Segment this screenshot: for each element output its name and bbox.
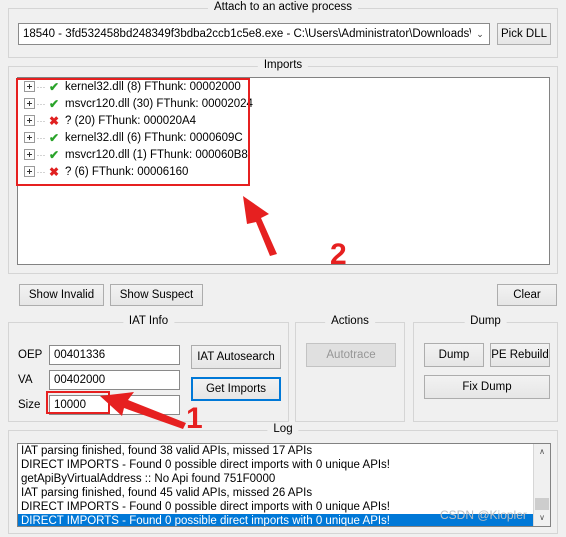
attach-process-group: Attach to an active process 18540 - 3fd5… [8, 1, 558, 58]
tree-row[interactable]: ··· ✖ ? (6) FThunk: 00006160 [18, 163, 549, 180]
fix-dump-button[interactable]: Fix Dump [424, 375, 550, 399]
pick-dll-button[interactable]: Pick DLL [497, 23, 551, 45]
pe-rebuild-button[interactable]: PE Rebuild [490, 343, 550, 367]
expand-plus-icon[interactable] [24, 81, 35, 92]
log-line[interactable]: DIRECT IMPORTS - Found 0 possible direct… [18, 458, 533, 472]
tree-row-label: msvcr120.dll (30) FThunk: 00002024 [65, 97, 253, 110]
expand-plus-icon[interactable] [24, 149, 35, 160]
dump-group: Dump Dump PE Rebuild Fix Dump [413, 315, 558, 422]
log-scrollbar[interactable]: ∧ ∨ [533, 444, 550, 526]
show-invalid-button[interactable]: Show Invalid [19, 284, 104, 306]
log-line[interactable]: IAT parsing finished, found 38 valid API… [18, 444, 533, 458]
valid-check-icon: ✔ [48, 96, 60, 111]
tree-row[interactable]: ··· ✔ msvcr120.dll (30) FThunk: 00002024 [18, 95, 549, 112]
log-line[interactable]: DIRECT IMPORTS - Found 0 possible direct… [18, 500, 533, 514]
invalid-cross-icon: ✖ [48, 164, 60, 179]
show-suspect-button[interactable]: Show Suspect [110, 284, 203, 306]
scroll-down-icon[interactable]: ∨ [534, 510, 550, 526]
expand-plus-icon[interactable] [24, 166, 35, 177]
chevron-down-icon[interactable]: ⌄ [471, 24, 489, 44]
process-select[interactable]: 18540 - 3fd532458bd248349f3bdba2ccb1c5e8… [18, 23, 490, 45]
log-listbox[interactable]: IAT parsing finished, found 38 valid API… [17, 443, 551, 527]
log-title: Log [267, 423, 299, 435]
oep-label: OEP [18, 349, 43, 361]
tree-row-label: ? (20) FThunk: 000020A4 [65, 114, 197, 127]
imports-tree[interactable]: ··· ✔ kernel32.dll (8) FThunk: 00002000 … [17, 77, 550, 265]
imports-title: Imports [257, 59, 309, 71]
expand-plus-icon[interactable] [24, 132, 35, 143]
expand-plus-icon[interactable] [24, 115, 35, 126]
tree-connector-icon: ··· [36, 166, 46, 177]
tree-connector-icon: ··· [36, 149, 46, 160]
dump-title: Dump [464, 315, 507, 327]
tree-connector-icon: ··· [36, 132, 46, 143]
tree-row-label: ? (6) FThunk: 00006160 [65, 165, 189, 178]
log-line-selected[interactable]: DIRECT IMPORTS - Found 0 possible direct… [18, 514, 533, 526]
process-select-value: 18540 - 3fd532458bd248349f3bdba2ccb1c5e8… [23, 28, 471, 40]
dump-button[interactable]: Dump [424, 343, 484, 367]
size-input[interactable]: 10000 [49, 395, 180, 415]
valid-check-icon: ✔ [48, 130, 60, 145]
expand-plus-icon[interactable] [24, 98, 35, 109]
tree-connector-icon: ··· [36, 98, 46, 109]
tree-row[interactable]: ··· ✔ kernel32.dll (8) FThunk: 00002000 [18, 78, 549, 95]
invalid-cross-icon: ✖ [48, 113, 60, 128]
iat-autosearch-button[interactable]: IAT Autosearch [191, 345, 281, 369]
iat-info-group: IAT Info OEP 00401336 VA 00402000 Size 1… [8, 315, 289, 422]
attach-process-title: Attach to an active process [207, 1, 359, 13]
size-label: Size [18, 399, 41, 411]
tree-connector-icon: ··· [36, 115, 46, 126]
tree-row-label: kernel32.dll (6) FThunk: 0000609C [65, 131, 243, 144]
tree-row[interactable]: ··· ✔ kernel32.dll (6) FThunk: 0000609C [18, 129, 549, 146]
scroll-up-icon[interactable]: ∧ [534, 444, 550, 460]
iat-info-title: IAT Info [122, 315, 175, 327]
valid-check-icon: ✔ [48, 147, 60, 162]
actions-title: Actions [325, 315, 375, 327]
tree-connector-icon: ··· [36, 81, 46, 92]
log-group: Log IAT parsing finished, found 38 valid… [8, 423, 558, 534]
log-line[interactable]: getApiByVirtualAddress :: No Api found 7… [18, 472, 533, 486]
tree-row-label: kernel32.dll (8) FThunk: 00002000 [65, 80, 241, 93]
tree-row[interactable]: ··· ✖ ? (20) FThunk: 000020A4 [18, 112, 549, 129]
tree-row[interactable]: ··· ✔ msvcr120.dll (1) FThunk: 000060B8 [18, 146, 549, 163]
clear-button[interactable]: Clear [497, 284, 557, 306]
valid-check-icon: ✔ [48, 79, 60, 94]
oep-input[interactable]: 00401336 [49, 345, 180, 365]
get-imports-button[interactable]: Get Imports [191, 377, 281, 401]
va-input[interactable]: 00402000 [49, 370, 180, 390]
imports-group: Imports ··· ✔ kernel32.dll (8) FThunk: 0… [8, 59, 558, 274]
actions-group: Actions Autotrace [295, 315, 405, 422]
log-line[interactable]: IAT parsing finished, found 45 valid API… [18, 486, 533, 500]
autotrace-button: Autotrace [306, 343, 396, 367]
va-label: VA [18, 374, 33, 386]
tree-row-label: msvcr120.dll (1) FThunk: 000060B8 [65, 148, 248, 161]
